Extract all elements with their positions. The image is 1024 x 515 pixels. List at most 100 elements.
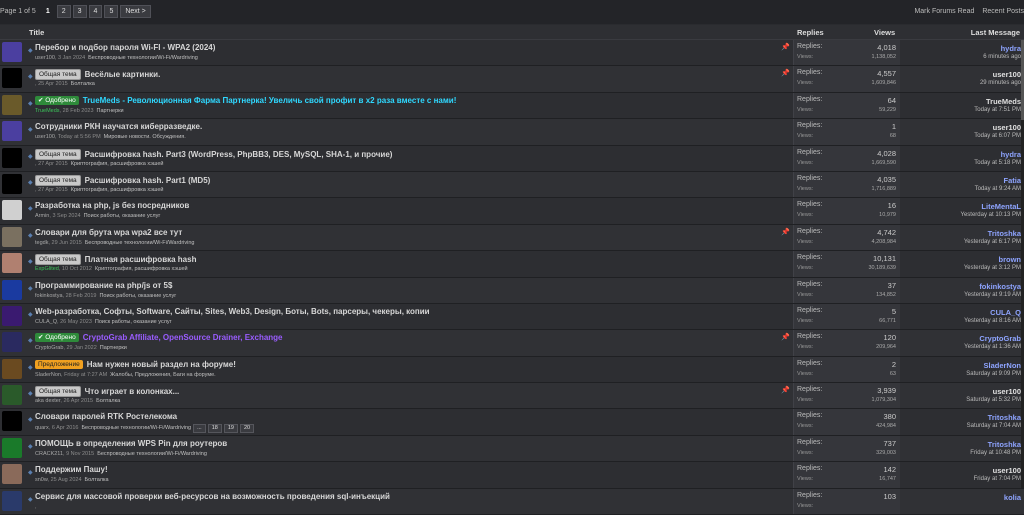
avatar[interactable] <box>2 358 22 379</box>
last-message-time-link[interactable]: Today at 6:07 PM <box>974 133 1021 139</box>
avatar[interactable] <box>2 279 22 300</box>
last-message-user-link[interactable]: Tritoshka <box>988 229 1021 238</box>
last-message-user-link[interactable]: CULA_Q <box>990 308 1021 317</box>
last-message-time-link[interactable]: Yesterday at 8:16 AM <box>964 318 1021 324</box>
last-message-user-link[interactable]: SladerNon <box>983 361 1021 370</box>
thread-author-link[interactable]: sn0w <box>35 477 48 483</box>
thread-page-link[interactable]: 20 <box>239 424 255 434</box>
avatar[interactable] <box>2 253 22 274</box>
column-last-message[interactable]: Last Message <box>971 28 1020 37</box>
last-message-user-link[interactable]: user100 <box>993 466 1021 475</box>
thread-author-link[interactable]: CULA_Q <box>35 319 57 325</box>
thread-row[interactable]: ◆ Разработка на php, js без посредников Ar… <box>0 198 1024 225</box>
thread-author-link[interactable]: user100 <box>35 134 55 140</box>
thread-page-link[interactable]: ... <box>193 424 206 434</box>
avatar[interactable] <box>2 226 22 247</box>
avatar[interactable] <box>2 332 22 353</box>
avatar[interactable] <box>2 42 22 62</box>
thread-row[interactable]: ◆ Словари паролей RTK Ростелекома quarx, 6… <box>0 409 1024 436</box>
thread-title-link[interactable]: Программирование на php/js от 5$ <box>35 281 172 290</box>
last-message-user-link[interactable]: Tritoshka <box>988 413 1021 422</box>
next-page-button[interactable]: Next > <box>120 5 151 18</box>
avatar[interactable] <box>2 305 22 326</box>
last-message-user-link[interactable]: hydra <box>1001 150 1021 159</box>
last-message-time-link[interactable]: Saturday at 5:32 PM <box>966 397 1021 403</box>
thread-row[interactable]: ◆ Сотрудники РКН научатся киберразведке. u… <box>0 119 1024 146</box>
thread-row[interactable]: ◆ Перебор и подбор пароля Wi-FI - WPA2 (2… <box>0 40 1024 67</box>
thread-row[interactable]: ◆ Поддержим Пашу! sn0w, 25 Aug 2024 Болталк… <box>0 462 1024 489</box>
thread-forum-link[interactable]: Поиск работы, оказание услуг <box>84 213 161 219</box>
thread-title-link[interactable]: Что играет в колонках... <box>85 387 180 396</box>
thread-forum-link[interactable]: Беспроводные технологии/Wi-Fi/Wardriving <box>81 425 191 431</box>
thread-title-link[interactable]: Расшифровка hash. Part3 (WordPress, PhpB… <box>85 150 393 159</box>
thread-forum-link[interactable]: Беспроводные технологии/Wi-Fi/Wardriving <box>97 451 207 457</box>
last-message-user-link[interactable]: user100 <box>993 387 1021 396</box>
thread-row[interactable]: ◆ Web-разработка, Софты, Software, Сайты,… <box>0 303 1024 331</box>
thread-author-link[interactable]: ExpGlited <box>35 266 59 272</box>
thread-forum-link[interactable]: Криптография, расшифровка хэшей <box>95 266 188 272</box>
last-message-user-link[interactable]: brown <box>999 255 1022 264</box>
last-message-user-link[interactable]: CryptoGrab <box>979 334 1021 343</box>
thread-author-link[interactable]: tegdk <box>35 240 48 246</box>
avatar[interactable] <box>2 94 22 115</box>
thread-forum-link[interactable]: Мировые новости. Обсуждения. <box>104 134 186 140</box>
thread-page-link[interactable]: 18 <box>207 424 222 434</box>
last-message-time-link[interactable]: 29 minutes ago <box>980 80 1021 86</box>
last-message-time-link[interactable]: Today at 7:51 PM <box>974 107 1021 113</box>
last-message-user-link[interactable]: fokinkostya <box>979 282 1021 291</box>
avatar[interactable] <box>2 121 22 142</box>
thread-author-link[interactable]: TrueMeds <box>35 108 60 114</box>
avatar[interactable] <box>2 437 22 458</box>
thread-row[interactable]: ◆ ✔ Одобрено TrueMeds - Революционная Фарм… <box>0 92 1024 120</box>
column-replies[interactable]: Replies <box>797 28 824 37</box>
thread-title-link[interactable]: Сотрудники РКН научатся киберразведке. <box>35 122 202 131</box>
thread-title-link[interactable]: Нам нужен новый раздел на форуме! <box>87 360 236 369</box>
last-message-user-link[interactable]: TrueMeds <box>986 97 1021 106</box>
column-views[interactable]: Views <box>874 28 895 37</box>
last-message-time-link[interactable]: Yesterday at 1:36 AM <box>964 344 1021 350</box>
last-message-user-link[interactable]: Tritoshka <box>988 440 1021 449</box>
thread-prefix-badge[interactable]: ✔ Одобрено <box>35 95 79 105</box>
thread-row[interactable]: ◆ Словари для брута wpa wpa2 все тут tegdk… <box>0 224 1024 252</box>
last-message-time-link[interactable]: Saturday at 9:09 PM <box>966 371 1021 377</box>
thread-title-link[interactable]: ПОМОЩЬ в определения WPS Pin для роутеро… <box>35 439 227 448</box>
last-message-time-link[interactable]: Yesterday at 6:17 PM <box>964 239 1021 245</box>
last-message-time-link[interactable]: Friday at 7:04 PM <box>974 476 1021 482</box>
thread-forum-link[interactable]: Болталка <box>96 398 120 404</box>
thread-row[interactable]: ◆ Общая тема Расшифровка hash. Part1 (MD5)… <box>0 171 1024 199</box>
thread-title-link[interactable]: Сервис для массовой проверки веб-ресурсо… <box>35 492 390 501</box>
last-message-time-link[interactable]: Yesterday at 3:12 PM <box>964 265 1021 271</box>
avatar[interactable] <box>2 490 22 511</box>
thread-author-link[interactable]: aka dexter <box>35 398 60 404</box>
thread-forum-link[interactable]: Партнерки <box>100 345 127 351</box>
last-message-time-link[interactable]: 6 minutes ago <box>983 54 1021 60</box>
avatar[interactable] <box>2 464 22 485</box>
last-message-user-link[interactable]: LiteMentaL <box>981 202 1021 211</box>
last-message-time-link[interactable]: Friday at 10:48 PM <box>970 450 1021 456</box>
thread-forum-link[interactable]: Криптография, расшифровка хэшей <box>71 187 164 193</box>
thread-author-link[interactable]: user100 <box>35 55 55 61</box>
thread-forum-link[interactable]: Криптография, расшифровка хэшей <box>71 161 164 167</box>
thread-row[interactable]: ◆ Общая тема Весёлые картинки. , 25 Apr 201… <box>0 66 1024 93</box>
thread-prefix-badge[interactable]: Предложение <box>35 359 83 369</box>
thread-author-link[interactable]: CryptoGrab <box>35 345 63 351</box>
last-message-time-link[interactable]: Yesterday at 9:19 AM <box>964 292 1021 298</box>
thread-title-link[interactable]: Словари для брута wpa wpa2 все тут <box>35 228 182 237</box>
thread-row[interactable]: ◆ Программирование на php/js от 5$ fokinko… <box>0 277 1024 304</box>
page-5-button[interactable]: 5 <box>104 5 119 18</box>
thread-forum-link[interactable]: Поиск работы, оказание услуг <box>95 319 172 325</box>
last-message-time-link[interactable]: Today at 9:24 AM <box>975 186 1021 192</box>
thread-author-link[interactable]: fokinkostya <box>35 293 63 299</box>
thread-prefix-badge[interactable]: ✔ Одобрено <box>35 333 79 343</box>
page-3-button[interactable]: 3 <box>72 5 87 18</box>
thread-forum-link[interactable]: Поиск работы, оказание услуг <box>99 293 176 299</box>
avatar[interactable] <box>2 200 22 221</box>
thread-forum-link[interactable]: Жалобы, Предложения, Баги на форуме. <box>110 372 216 378</box>
last-message-user-link[interactable]: user100 <box>993 70 1021 79</box>
thread-title-link[interactable]: Web-разработка, Софты, Software, Сайты, … <box>35 307 430 316</box>
page-4-button[interactable]: 4 <box>88 5 103 18</box>
thread-row[interactable]: ◆ Сервис для массовой проверки веб-ресурс… <box>0 488 1024 515</box>
avatar[interactable] <box>2 147 22 168</box>
last-message-user-link[interactable]: kolia <box>1004 493 1021 502</box>
avatar[interactable] <box>2 68 22 89</box>
